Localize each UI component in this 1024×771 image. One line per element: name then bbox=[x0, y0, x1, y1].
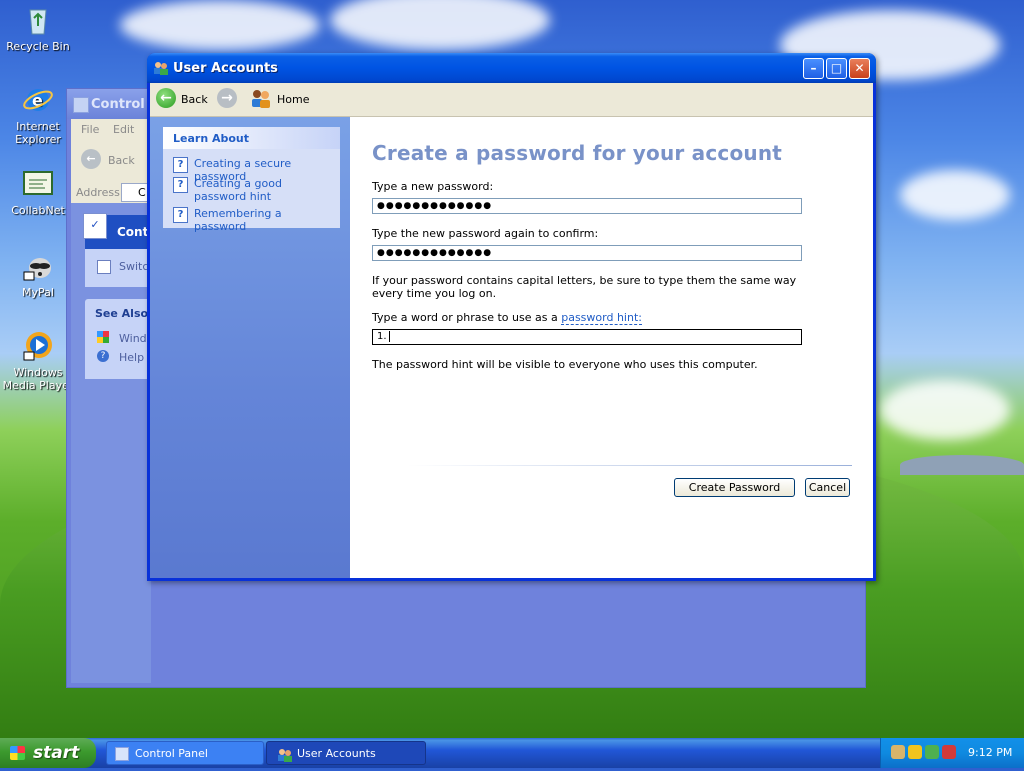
mypal-icon bbox=[22, 250, 54, 282]
windows-logo-icon bbox=[97, 331, 109, 343]
desktop-icon-internet-explorer[interactable]: e Internet Explorer bbox=[0, 84, 76, 146]
minimize-button[interactable]: – bbox=[803, 58, 824, 79]
capital-letters-note: If your password contains capital letter… bbox=[372, 274, 797, 300]
page-title: Create a password for your account bbox=[372, 141, 783, 165]
window-title: User Accounts bbox=[173, 61, 278, 76]
help-icon: ? bbox=[97, 350, 109, 362]
home-label[interactable]: Home bbox=[277, 93, 309, 106]
user-accounts-titlebar[interactable]: User Accounts – □ ✕ bbox=[147, 53, 876, 83]
desktop-icon-label: Windows Media Player bbox=[2, 366, 74, 392]
alert-shield-icon[interactable] bbox=[942, 745, 956, 759]
taskbar-item-control-panel[interactable]: Control Panel bbox=[106, 741, 264, 765]
control-panel-address-bar: Address C bbox=[71, 181, 153, 203]
cloud bbox=[900, 170, 1010, 220]
desktop-icon-collabnet[interactable]: CollabNet bbox=[0, 168, 76, 217]
password-hint-label-text: Type a word or phrase to use as a bbox=[372, 311, 562, 324]
network-icon[interactable] bbox=[891, 745, 905, 759]
cloud bbox=[120, 0, 320, 50]
control-panel-menubar: File Edit bbox=[71, 119, 151, 141]
learn-link-label: Creating a good password hint bbox=[194, 177, 282, 203]
control-panel-back-label[interactable]: Back bbox=[108, 154, 135, 167]
new-password-field[interactable]: ●●●●●●●●●●●●● bbox=[372, 198, 802, 214]
learn-about-title: Learn About bbox=[173, 132, 250, 145]
taskbar: start Control Panel User Accounts 9:12 P… bbox=[0, 738, 1024, 768]
cloud bbox=[330, 0, 550, 50]
desktop-icon-recycle-bin[interactable]: Recycle Bin bbox=[0, 4, 76, 53]
windows-media-player-icon bbox=[22, 330, 54, 362]
user-accounts-icon bbox=[153, 60, 169, 79]
back-label[interactable]: Back bbox=[181, 93, 208, 106]
control-panel-icon bbox=[115, 747, 129, 761]
taskbar-item-label: Control Panel bbox=[135, 747, 208, 760]
start-label: start bbox=[33, 743, 80, 763]
home-users-icon[interactable] bbox=[250, 88, 272, 111]
left-task-pane: Learn About ? Creating a secure password … bbox=[150, 117, 350, 578]
address-label: Address bbox=[76, 186, 120, 199]
clock: 9:12 PM bbox=[968, 746, 1013, 759]
switch-view-icon bbox=[97, 260, 111, 274]
desktop-icon-windows-media-player[interactable]: Windows Media Player bbox=[0, 330, 76, 392]
see-also-pane: See Also Windo ? Help a bbox=[85, 299, 155, 379]
control-panel-icon bbox=[73, 97, 89, 113]
desktop-icon-label: Recycle Bin bbox=[6, 40, 70, 53]
desktop-icon-mypal[interactable]: MyPal bbox=[0, 250, 76, 299]
separator-line bbox=[408, 465, 852, 466]
text-cursor bbox=[388, 331, 390, 342]
learn-about-panel: Learn About ? Creating a secure password … bbox=[163, 127, 340, 233]
help-topic-icon: ? bbox=[173, 157, 188, 173]
address-value: C bbox=[138, 186, 146, 199]
taskbar-item-user-accounts[interactable]: User Accounts bbox=[266, 741, 426, 765]
cloud bbox=[880, 380, 1010, 440]
navigation-bar: ← Back → Home bbox=[150, 83, 873, 117]
system-tray: 9:12 PM bbox=[880, 738, 1024, 768]
content-area: Learn About ? Creating a secure password … bbox=[150, 117, 873, 578]
hint-visibility-note: The password hint will be visible to eve… bbox=[372, 358, 758, 371]
confirm-password-label: Type the new password again to confirm: bbox=[372, 227, 599, 240]
desktop-icon-label: MyPal bbox=[22, 286, 54, 299]
checklist-icon: ✓ bbox=[83, 213, 107, 239]
menu-edit[interactable]: Edit bbox=[113, 123, 134, 136]
learn-link-remembering-password[interactable]: ? Remembering a password bbox=[173, 207, 332, 233]
internet-explorer-icon: e bbox=[22, 84, 54, 116]
forward-arrow-icon[interactable]: → bbox=[217, 88, 237, 108]
start-button[interactable]: start bbox=[0, 738, 96, 768]
create-password-button[interactable]: Create Password bbox=[674, 478, 795, 497]
password-hint-label: Type a word or phrase to use as a passwo… bbox=[372, 311, 642, 325]
recycle-bin-icon bbox=[22, 4, 54, 36]
learn-about-header: Learn About bbox=[163, 127, 340, 149]
control-panel-sidebar: ✓ Contro Switch See Also Windo ? Help a bbox=[71, 203, 163, 683]
desktop-icon-label: CollabNet bbox=[11, 204, 65, 217]
back-arrow-icon[interactable]: ← bbox=[156, 88, 176, 108]
maximize-button[interactable]: □ bbox=[826, 58, 847, 79]
user-accounts-window[interactable]: User Accounts – □ ✕ ← Back → Home Learn … bbox=[147, 53, 876, 581]
user-accounts-icon bbox=[277, 747, 293, 771]
see-also-title: See Also bbox=[95, 307, 149, 320]
distant-mountains bbox=[900, 455, 1024, 475]
control-panel-pane-header: ✓ Contro bbox=[83, 213, 163, 249]
close-button[interactable]: ✕ bbox=[849, 58, 870, 79]
collabnet-icon bbox=[22, 168, 54, 200]
control-panel-task-pane: ✓ Contro Switch bbox=[83, 213, 163, 287]
help-topic-icon: ? bbox=[173, 177, 188, 193]
menu-file[interactable]: File bbox=[81, 123, 99, 136]
password-hint-value: 1. bbox=[377, 331, 387, 342]
taskbar-item-label: User Accounts bbox=[297, 747, 376, 760]
windows-flag-icon bbox=[10, 746, 25, 760]
password-hint-link[interactable]: password hint: bbox=[561, 311, 642, 325]
confirm-password-field[interactable]: ●●●●●●●●●●●●● bbox=[372, 245, 802, 261]
control-panel-toolbar: ← Back bbox=[71, 141, 151, 181]
password-hint-field[interactable]: 1. bbox=[372, 329, 802, 345]
help-topic-icon: ? bbox=[173, 207, 188, 223]
back-arrow-icon[interactable]: ← bbox=[81, 149, 101, 169]
learn-link-password-hint[interactable]: ? Creating a good password hint bbox=[173, 177, 332, 203]
learn-link-label: Remembering a password bbox=[194, 207, 282, 233]
security-shield-icon[interactable] bbox=[908, 745, 922, 759]
new-password-label: Type a new password: bbox=[372, 180, 494, 193]
desktop-icon-label: Internet Explorer bbox=[15, 120, 61, 146]
cancel-button[interactable]: Cancel bbox=[805, 478, 850, 497]
sync-icon[interactable] bbox=[925, 745, 939, 759]
